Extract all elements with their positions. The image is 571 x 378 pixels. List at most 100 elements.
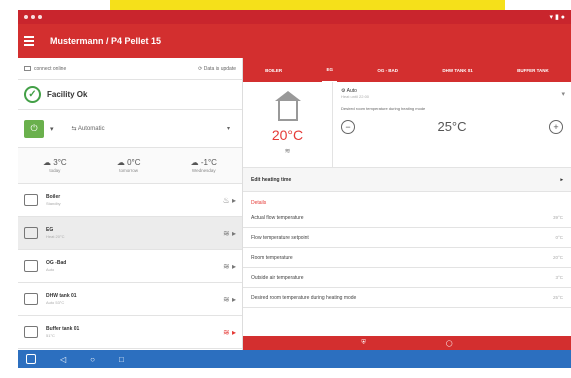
device-sub-text: Heat 20°C bbox=[46, 234, 65, 239]
weather-day: ☁ 3°C today bbox=[43, 158, 67, 173]
detail-row: Outside air temperature 3°C bbox=[243, 268, 571, 288]
tab-og-bad[interactable]: OG - BAD bbox=[373, 59, 402, 82]
chevron-right-icon: ▸ bbox=[560, 176, 563, 183]
tab-buffer-tank[interactable]: BUFFER TANK bbox=[513, 59, 553, 82]
device-item-dhw-tank[interactable]: DHW tank 01 Auto 53°C ≋ ▸ bbox=[18, 283, 242, 316]
mode-select[interactable]: ⇆ Automatic ▾ bbox=[66, 125, 236, 132]
app-bar: Mustermann / P4 Pellet 15 bbox=[18, 24, 571, 58]
device-status-glyph: ♨ bbox=[222, 195, 230, 205]
back-icon[interactable]: ◁ bbox=[60, 355, 66, 364]
device-item-buffer-tank[interactable]: Buffer tank 01 51°C ≋ ▸ bbox=[18, 316, 242, 349]
detail-value: 39°C bbox=[552, 215, 563, 220]
details-heading: Details bbox=[251, 200, 267, 206]
weather-temp: ☁ 3°C bbox=[43, 158, 67, 167]
detail-row: Actual flow temperature 39°C bbox=[243, 208, 571, 228]
room-temperature: 20°C bbox=[271, 126, 304, 143]
update-label: Data is update bbox=[203, 65, 236, 72]
device-status-icon: ≋ ▸ bbox=[223, 261, 236, 271]
connection-row: connect online ⟳ Data is update bbox=[18, 58, 242, 80]
detail-value: 20°C bbox=[552, 255, 563, 260]
device-name-text: Boiler bbox=[46, 194, 61, 200]
device-sub-text: Auto bbox=[46, 267, 55, 272]
detail-value: 3°C bbox=[555, 275, 563, 280]
status-bar: ▾ ▮ ● bbox=[18, 10, 571, 24]
more-options-icon[interactable]: ▾ bbox=[561, 90, 565, 98]
heating-wave-icon: ≋ bbox=[284, 147, 291, 155]
info-icon[interactable]: ◯ bbox=[446, 340, 453, 347]
tab-eg[interactable]: EG bbox=[322, 58, 337, 83]
device-sub-text: Standby bbox=[46, 201, 61, 206]
mode-select-label: Automatic bbox=[77, 126, 105, 132]
decrease-temp-button[interactable]: − bbox=[341, 119, 355, 134]
device-name: OG -Bad Auto bbox=[46, 260, 223, 272]
device-name: Boiler Standby bbox=[46, 194, 223, 206]
weather-temp: ☁ 0°C bbox=[116, 158, 141, 167]
weather-day-label: tomorrow bbox=[119, 168, 139, 173]
status-right-icons: ▾ ▮ ● bbox=[549, 14, 565, 21]
detail-value: 25°C bbox=[552, 295, 563, 300]
house-thermometer-icon bbox=[274, 90, 301, 121]
heating-circuit-icon bbox=[24, 260, 38, 272]
device-item-boiler[interactable]: Boiler Standby ♨ ▸ bbox=[18, 184, 242, 217]
heating-mode-sub: Heat until 22:00 bbox=[341, 94, 370, 99]
main-content: connect online ⟳ Data is update ✓ Facili… bbox=[18, 58, 571, 350]
weather-temp: ☁ -1°C bbox=[190, 158, 217, 167]
shield-icon[interactable]: ⛨ bbox=[361, 340, 366, 347]
mode-select-value: ⇆ Automatic bbox=[71, 126, 105, 132]
device-status-icon: ♨ ▸ bbox=[222, 195, 236, 205]
recents-icon[interactable]: □ bbox=[119, 355, 124, 364]
tank-icon bbox=[24, 326, 38, 338]
detail-label: Desired room temperature during heating … bbox=[251, 294, 357, 301]
detail-value: 0°C bbox=[555, 235, 563, 240]
menu-icon[interactable] bbox=[24, 36, 40, 46]
weather-day: ☁ -1°C Wednesday bbox=[191, 158, 217, 173]
device-name-text: Buffer tank 01 bbox=[46, 326, 80, 332]
device-name-text: DHW tank 01 bbox=[46, 293, 77, 299]
facility-status-text: Facility Ok bbox=[47, 90, 88, 99]
device-status-icon: ≋ ▸ bbox=[223, 228, 236, 238]
left-panel: connect online ⟳ Data is update ✓ Facili… bbox=[18, 58, 243, 350]
weather-temp-value: -1°C bbox=[200, 158, 217, 167]
edit-heating-time-row[interactable]: Edit heating time ▸ bbox=[243, 168, 571, 192]
check-circle-icon: ✓ bbox=[24, 86, 41, 103]
status-icons bbox=[24, 14, 45, 21]
device-status-glyph: ≋ bbox=[223, 294, 230, 304]
detail-label: Room temperature bbox=[251, 254, 293, 261]
app-title: Mustermann / P4 Pellet 15 bbox=[50, 36, 162, 46]
chevron-down-icon[interactable]: ▾ bbox=[50, 125, 54, 133]
boiler-icon bbox=[24, 194, 38, 206]
connect-label: connect online bbox=[34, 65, 67, 72]
tab-dhw-tank[interactable]: DHW TANK 01 bbox=[438, 59, 476, 82]
link-icon bbox=[24, 65, 31, 71]
top-banner bbox=[110, 0, 505, 10]
device-status-icon: ≋ ▸ bbox=[223, 294, 236, 304]
device-status-glyph: ≋ bbox=[223, 327, 230, 337]
android-nav-bar: ◁ ○ □ bbox=[18, 350, 571, 368]
weather-day-label: today bbox=[49, 168, 61, 173]
power-mode-row: ⏻ ▾ ⇆ Automatic ▾ bbox=[18, 110, 242, 148]
increase-temp-button[interactable]: + bbox=[548, 119, 563, 134]
edit-heating-time-label: Edit heating time bbox=[251, 176, 292, 183]
device-item-og-bad[interactable]: OG -Bad Auto ≋ ▸ bbox=[18, 250, 242, 283]
home-icon[interactable]: ○ bbox=[90, 355, 95, 364]
facility-status: ✓ Facility Ok bbox=[18, 80, 242, 110]
heating-mode[interactable]: ⚙ Auto Heat until 22:00 bbox=[341, 88, 563, 99]
dropdown-arrow-icon: ▾ bbox=[226, 126, 230, 132]
device-name: EG Heat 20°C bbox=[46, 227, 223, 239]
update-link[interactable]: ⟳ Data is update bbox=[198, 66, 236, 72]
detail-row: Flow temperature setpoint 0°C bbox=[243, 228, 571, 248]
device-sub-text: Auto 53°C bbox=[46, 300, 65, 305]
device-sub-text: 51°C bbox=[46, 333, 55, 338]
bottom-action-bar: ⛨ ◯ bbox=[243, 336, 571, 350]
device-item-eg[interactable]: EG Heat 20°C ≋ ▸ bbox=[18, 217, 242, 250]
detail-label: Flow temperature setpoint bbox=[251, 234, 309, 241]
app-switch-icon[interactable] bbox=[26, 354, 36, 364]
tablet-screen: ▾ ▮ ● Mustermann / P4 Pellet 15 connect … bbox=[18, 10, 571, 368]
device-name-text: OG -Bad bbox=[46, 260, 67, 266]
heating-summary: 20°C ≋ ⚙ Auto Heat until 22:00 ▾ Desired … bbox=[243, 82, 571, 168]
connect-online-link[interactable]: connect online bbox=[24, 66, 66, 72]
weather-day-label: Wednesday bbox=[191, 168, 216, 173]
power-button[interactable]: ⏻ bbox=[24, 119, 44, 138]
tab-boiler[interactable]: BOILER bbox=[261, 59, 286, 82]
device-status-icon: ≋ ▸ bbox=[223, 327, 236, 337]
